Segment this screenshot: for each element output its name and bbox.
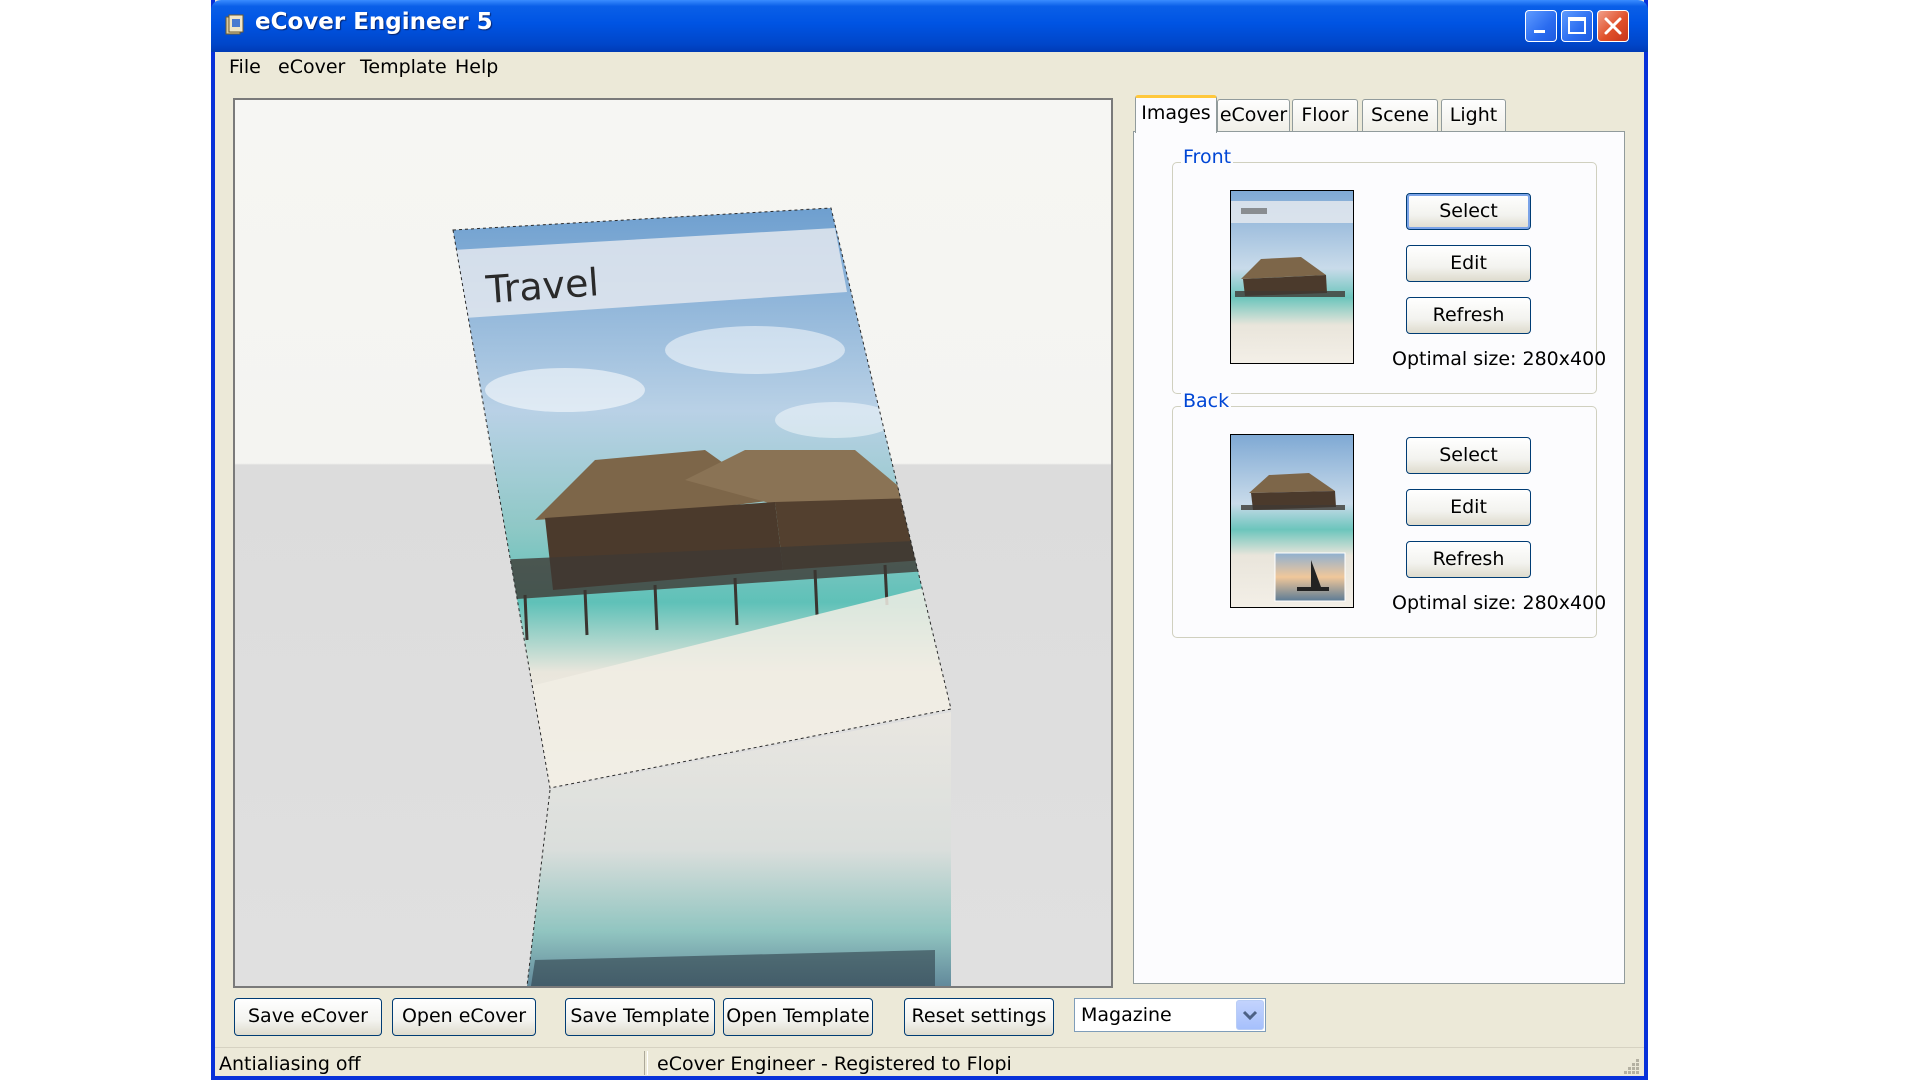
cover-preview-viewport[interactable]: Travel <box>233 98 1113 988</box>
back-select-button[interactable]: Select <box>1406 437 1531 474</box>
title-bar[interactable]: eCover Engineer 5 <box>211 0 1648 52</box>
save-template-button[interactable]: Save Template <box>565 998 715 1036</box>
front-image-thumbnail <box>1230 190 1354 364</box>
menu-ecover[interactable]: eCover <box>278 56 345 78</box>
front-image-group: Front Select Edit Refresh Optimal size: … <box>1172 146 1606 394</box>
app-icon <box>225 14 244 35</box>
reset-settings-button[interactable]: Reset settings <box>904 998 1054 1036</box>
open-template-button[interactable]: Open Template <box>723 998 873 1036</box>
front-thumbnail-image <box>1231 191 1353 363</box>
window-title: eCover Engineer 5 <box>255 9 493 35</box>
resize-grip-icon[interactable] <box>1622 1057 1640 1075</box>
maximize-icon <box>1568 17 1586 34</box>
status-registration: eCover Engineer - Registered to Flopi <box>657 1053 1012 1075</box>
front-edit-button[interactable]: Edit <box>1406 245 1531 282</box>
front-optimal-size: Optimal size: 280x400 <box>1392 348 1607 370</box>
menu-template[interactable]: Template <box>360 56 447 78</box>
back-edit-button[interactable]: Edit <box>1406 489 1531 526</box>
cover-preview-render: Travel <box>452 207 952 986</box>
back-image-group: Back Select Edit Refresh Optimal size: 2… <box>1172 390 1606 638</box>
close-icon <box>1604 17 1622 35</box>
tab-scene[interactable]: Scene <box>1362 99 1438 131</box>
back-group-label: Back <box>1181 390 1232 412</box>
maximize-button[interactable] <box>1561 10 1593 42</box>
template-type-value: Magazine <box>1081 1004 1172 1026</box>
back-refresh-button[interactable]: Refresh <box>1406 541 1531 578</box>
menu-help[interactable]: Help <box>455 56 498 78</box>
back-image-thumbnail <box>1230 434 1354 608</box>
images-tab-panel: Front Select Edit Refresh Optimal size: … <box>1133 131 1625 984</box>
close-button[interactable] <box>1597 10 1629 42</box>
back-thumbnail-image <box>1231 435 1353 607</box>
status-divider <box>644 1051 648 1075</box>
front-group-label: Front <box>1181 146 1234 168</box>
tab-floor[interactable]: Floor <box>1292 99 1358 131</box>
tab-images[interactable]: Images <box>1135 95 1217 133</box>
open-ecover-button[interactable]: Open eCover <box>392 998 536 1036</box>
tab-ecover[interactable]: eCover <box>1217 99 1290 131</box>
save-ecover-button[interactable]: Save eCover <box>234 998 382 1036</box>
front-refresh-button[interactable]: Refresh <box>1406 297 1531 334</box>
minimize-button[interactable] <box>1525 10 1557 42</box>
status-antialiasing: Antialiasing off <box>219 1053 361 1075</box>
menu-file[interactable]: File <box>229 56 261 78</box>
back-optimal-size: Optimal size: 280x400 <box>1392 592 1607 614</box>
chevron-down-icon <box>1242 1010 1258 1021</box>
menu-bar: File eCover Template Help <box>215 52 1644 82</box>
minimize-icon <box>1534 30 1545 33</box>
dropdown-button[interactable] <box>1236 1000 1264 1030</box>
template-type-select[interactable]: Magazine <box>1074 998 1266 1032</box>
status-bar: Antialiasing off eCover Engineer - Regis… <box>215 1047 1644 1077</box>
app-window: eCover Engineer 5 File eCover Template H… <box>211 0 1648 1080</box>
front-select-button[interactable]: Select <box>1406 193 1531 230</box>
tab-light[interactable]: Light <box>1441 99 1506 131</box>
cover-title-text: Travel <box>484 260 601 312</box>
